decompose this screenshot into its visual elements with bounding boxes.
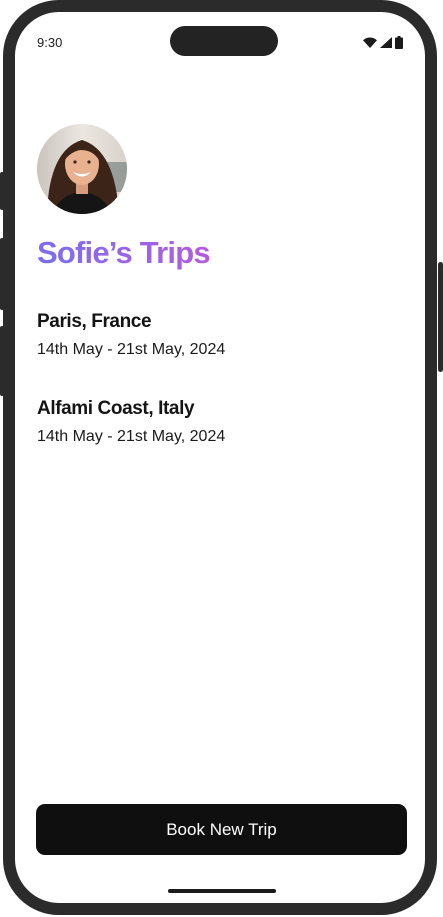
trip-name: Alfami Coast, Italy [37, 398, 195, 419]
phone-screen: 9:30 Sofie’s Trips Paris, France 14th Ma… [3, 0, 437, 915]
status-time: 9:30 [37, 35, 63, 50]
profile-photo [37, 124, 127, 214]
book-new-trip-button[interactable]: Book New Trip [36, 804, 407, 855]
trip-item[interactable]: Alfami Coast, Italy 14th May - 21st May,… [37, 397, 225, 447]
power-button [438, 262, 443, 372]
avatar [37, 124, 127, 214]
status-icons [363, 36, 403, 49]
trip-dates: 14th May - 21st May, 2024 [37, 428, 226, 445]
trip-dates: 14th May - 21st May, 2024 [37, 341, 226, 358]
dynamic-island [170, 26, 278, 56]
cellular-signal-icon [380, 37, 392, 48]
trip-name: Paris, France [37, 311, 152, 332]
battery-icon [395, 36, 403, 49]
wifi-icon [363, 37, 377, 48]
trip-item[interactable]: Paris, France 14th May - 21st May, 2024 [37, 310, 225, 360]
page-title: Sofie’s Trips [37, 235, 211, 270]
home-indicator[interactable] [168, 889, 276, 893]
